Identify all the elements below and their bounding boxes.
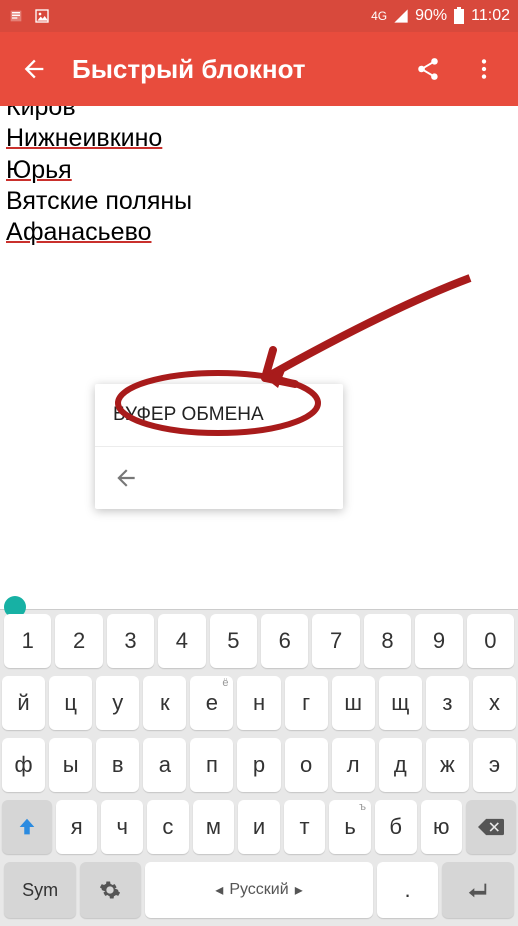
signal-icon [393, 8, 409, 24]
key-backspace[interactable] [466, 800, 516, 854]
key-space[interactable]: ◂ Русский ▸ [145, 862, 374, 918]
chevron-right-icon: ▸ [295, 880, 303, 900]
key-0[interactable]: 0 [467, 614, 514, 668]
note-line: Юрья [6, 155, 512, 186]
key-letter[interactable]: у [96, 676, 139, 730]
key-letter[interactable]: ф [2, 738, 45, 792]
keyboard: 1 2 3 4 5 6 7 8 9 0 й ц у к её н г ш щ з… [0, 609, 518, 926]
keyboard-row-bottom: Sym ◂ Русский ▸ . [0, 858, 518, 922]
key-letter[interactable]: й [2, 676, 45, 730]
key-4[interactable]: 4 [158, 614, 205, 668]
key-8[interactable]: 8 [364, 614, 411, 668]
key-letter[interactable]: б [375, 800, 417, 854]
key-enter[interactable] [442, 862, 514, 918]
key-letter[interactable]: д [379, 738, 422, 792]
clock-label: 11:02 [471, 7, 510, 25]
app-bar: Быстрый блокнот [0, 32, 518, 106]
key-letter[interactable]: х [473, 676, 516, 730]
key-letter[interactable]: ьъ [329, 800, 371, 854]
keyboard-lang-label: Русский [229, 881, 288, 899]
key-letter[interactable]: н [237, 676, 280, 730]
key-letter[interactable]: г [285, 676, 328, 730]
clipboard-menu-item[interactable]: БУФЕР ОБМЕНА [95, 384, 343, 447]
keyboard-row-digits: 1 2 3 4 5 6 7 8 9 0 [0, 610, 518, 672]
image-icon [34, 8, 50, 24]
key-letter[interactable]: т [284, 800, 326, 854]
key-settings[interactable] [80, 862, 140, 918]
key-7[interactable]: 7 [312, 614, 359, 668]
network-label: 4G [371, 9, 387, 23]
key-2[interactable]: 2 [55, 614, 102, 668]
context-menu: БУФЕР ОБМЕНА [95, 384, 343, 509]
key-shift[interactable] [2, 800, 52, 854]
note-line: Киров [6, 106, 512, 123]
key-letter[interactable]: п [190, 738, 233, 792]
key-5[interactable]: 5 [210, 614, 257, 668]
key-letter[interactable]: я [56, 800, 98, 854]
key-3[interactable]: 3 [107, 614, 154, 668]
keyboard-row-3: я ч с м и т ьъ б ю [0, 796, 518, 858]
app-title: Быстрый блокнот [72, 54, 390, 85]
key-letter[interactable]: её [190, 676, 233, 730]
key-sym[interactable]: Sym [4, 862, 76, 918]
battery-icon [453, 7, 465, 25]
key-dot[interactable]: . [377, 862, 437, 918]
back-button[interactable] [16, 51, 52, 87]
share-button[interactable] [410, 51, 446, 87]
key-letter[interactable]: ц [49, 676, 92, 730]
keyboard-row-2: ф ы в а п р о л д ж э [0, 734, 518, 796]
key-letter[interactable]: ш [332, 676, 375, 730]
keyboard-row-1: й ц у к её н г ш щ з х [0, 672, 518, 734]
battery-label: 90% [415, 7, 447, 25]
key-9[interactable]: 9 [415, 614, 462, 668]
note-line: Нижнеивкино [6, 123, 512, 154]
key-letter[interactable]: ы [49, 738, 92, 792]
key-letter[interactable]: а [143, 738, 186, 792]
key-letter[interactable]: щ [379, 676, 422, 730]
key-letter[interactable]: ю [421, 800, 463, 854]
key-letter[interactable]: с [147, 800, 189, 854]
note-line: Афанасьево [6, 217, 512, 248]
key-letter[interactable]: о [285, 738, 328, 792]
key-6[interactable]: 6 [261, 614, 308, 668]
status-bar: 4G 90% 11:02 [0, 0, 518, 32]
key-letter[interactable]: ж [426, 738, 469, 792]
key-letter[interactable]: э [473, 738, 516, 792]
more-button[interactable] [466, 51, 502, 87]
chevron-left-icon: ◂ [215, 880, 223, 900]
key-letter[interactable]: м [193, 800, 235, 854]
note-line: Вятские поляны [6, 186, 512, 217]
key-letter[interactable]: ч [101, 800, 143, 854]
note-editor[interactable]: Киров Нижнеивкино Юрья Вятские поляны Аф… [0, 106, 518, 609]
menu-back-item[interactable] [95, 447, 343, 509]
key-1[interactable]: 1 [4, 614, 51, 668]
notification-icon [8, 8, 24, 24]
key-letter[interactable]: л [332, 738, 375, 792]
key-letter[interactable]: к [143, 676, 186, 730]
key-letter[interactable]: з [426, 676, 469, 730]
key-letter[interactable]: и [238, 800, 280, 854]
key-letter[interactable]: р [237, 738, 280, 792]
key-letter[interactable]: в [96, 738, 139, 792]
